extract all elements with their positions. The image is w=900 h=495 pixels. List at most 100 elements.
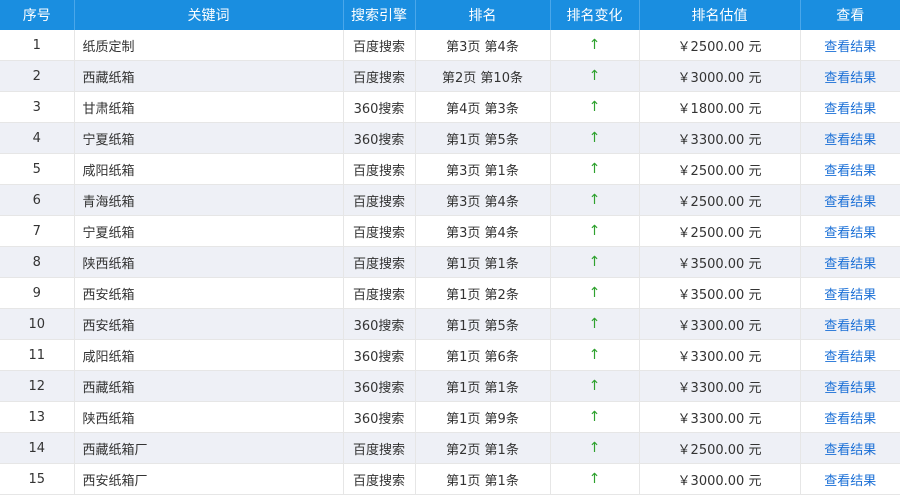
row-value: ￥2500.00 元 bbox=[639, 432, 801, 464]
arrow-up-icon: ↑ bbox=[550, 246, 640, 278]
row-value: ￥3300.00 元 bbox=[639, 122, 801, 154]
row-index: 15 bbox=[0, 463, 75, 495]
row-engine: 百度搜索 bbox=[343, 463, 416, 495]
row-value: ￥1800.00 元 bbox=[639, 91, 801, 123]
row-keyword: 西安纸箱 bbox=[74, 277, 344, 309]
row-engine: 360搜索 bbox=[343, 370, 416, 402]
row-rank: 第1页 第1条 bbox=[415, 463, 551, 495]
arrow-up-icon: ↑ bbox=[550, 91, 640, 123]
table-row: 7 宁夏纸箱 百度搜索 第3页 第4条 ↑ ￥2500.00 元查看结果 bbox=[0, 215, 900, 247]
row-engine: 360搜索 bbox=[343, 401, 416, 433]
view-results-link[interactable]: 查看结果 bbox=[800, 215, 900, 247]
row-index: 10 bbox=[0, 308, 75, 340]
row-keyword: 咸阳纸箱 bbox=[74, 153, 344, 185]
row-value: ￥3500.00 元 bbox=[639, 277, 801, 309]
table-row: 1 纸质定制 百度搜索 第3页 第4条 ↑ ￥2500.00 元查看结果 bbox=[0, 30, 900, 61]
table-row: 13 陕西纸箱 360搜索 第1页 第9条 ↑ ￥3300.00 元查看结果 bbox=[0, 401, 900, 433]
row-keyword: 西藏纸箱 bbox=[74, 370, 344, 402]
table-row: 8 陕西纸箱 百度搜索 第1页 第1条 ↑ ￥3500.00 元查看结果 bbox=[0, 246, 900, 278]
row-rank: 第1页 第1条 bbox=[415, 246, 551, 278]
row-engine: 360搜索 bbox=[343, 91, 416, 123]
header-rank: 排名 bbox=[415, 0, 551, 30]
row-index: 7 bbox=[0, 215, 75, 247]
view-results-link[interactable]: 查看结果 bbox=[800, 401, 900, 433]
view-results-link[interactable]: 查看结果 bbox=[800, 60, 900, 92]
view-results-link[interactable]: 查看结果 bbox=[800, 277, 900, 309]
header-index: 序号 bbox=[0, 0, 75, 30]
row-keyword: 陕西纸箱 bbox=[74, 246, 344, 278]
row-rank: 第1页 第2条 bbox=[415, 277, 551, 309]
row-value: ￥2500.00 元 bbox=[639, 184, 801, 216]
table-row: 5 咸阳纸箱 百度搜索 第3页 第1条 ↑ ￥2500.00 元查看结果 bbox=[0, 153, 900, 185]
row-rank: 第4页 第3条 bbox=[415, 91, 551, 123]
row-rank: 第3页 第4条 bbox=[415, 184, 551, 216]
row-value: ￥2500.00 元 bbox=[639, 153, 801, 185]
view-results-link[interactable]: 查看结果 bbox=[800, 153, 900, 185]
row-value: ￥3300.00 元 bbox=[639, 401, 801, 433]
header-keyword: 关键词 bbox=[74, 0, 344, 30]
view-results-link[interactable]: 查看结果 bbox=[800, 246, 900, 278]
row-index: 12 bbox=[0, 370, 75, 402]
arrow-up-icon: ↑ bbox=[550, 339, 640, 371]
table-row: 10 西安纸箱 360搜索 第1页 第5条 ↑ ￥3300.00 元查看结果 bbox=[0, 308, 900, 340]
ranking-table: 序号 关键词 搜索引擎 排名 排名变化 排名估值 查看 1 纸质定制 百度搜索 第3页… bbox=[0, 0, 900, 495]
row-rank: 第1页 第9条 bbox=[415, 401, 551, 433]
view-results-link[interactable]: 查看结果 bbox=[800, 91, 900, 123]
row-value: ￥2500.00 元 bbox=[639, 30, 801, 61]
view-results-link[interactable]: 查看结果 bbox=[800, 432, 900, 464]
row-keyword: 西安纸箱 bbox=[74, 308, 344, 340]
row-keyword: 宁夏纸箱 bbox=[74, 215, 344, 247]
header-engine: 搜索引擎 bbox=[343, 0, 416, 30]
view-results-link[interactable]: 查看结果 bbox=[800, 339, 900, 371]
row-index: 1 bbox=[0, 30, 75, 61]
row-index: 13 bbox=[0, 401, 75, 433]
arrow-up-icon: ↑ bbox=[550, 60, 640, 92]
row-index: 14 bbox=[0, 432, 75, 464]
row-index: 2 bbox=[0, 60, 75, 92]
row-engine: 百度搜索 bbox=[343, 277, 416, 309]
row-engine: 百度搜索 bbox=[343, 153, 416, 185]
arrow-up-icon: ↑ bbox=[550, 153, 640, 185]
arrow-up-icon: ↑ bbox=[550, 401, 640, 433]
view-results-link[interactable]: 查看结果 bbox=[800, 308, 900, 340]
table-row: 9 西安纸箱 百度搜索 第1页 第2条 ↑ ￥3500.00 元查看结果 bbox=[0, 277, 900, 309]
row-engine: 百度搜索 bbox=[343, 30, 416, 61]
view-results-link[interactable]: 查看结果 bbox=[800, 370, 900, 402]
row-index: 5 bbox=[0, 153, 75, 185]
row-index: 11 bbox=[0, 339, 75, 371]
view-results-link[interactable]: 查看结果 bbox=[800, 184, 900, 216]
row-rank: 第1页 第5条 bbox=[415, 308, 551, 340]
header-rank-value: 排名估值 bbox=[639, 0, 801, 30]
row-value: ￥3300.00 元 bbox=[639, 308, 801, 340]
row-index: 4 bbox=[0, 122, 75, 154]
row-keyword: 陕西纸箱 bbox=[74, 401, 344, 433]
row-rank: 第1页 第5条 bbox=[415, 122, 551, 154]
row-keyword: 甘肃纸箱 bbox=[74, 91, 344, 123]
row-value: ￥2500.00 元 bbox=[639, 215, 801, 247]
view-results-link[interactable]: 查看结果 bbox=[800, 122, 900, 154]
row-engine: 百度搜索 bbox=[343, 184, 416, 216]
table-row: 6 青海纸箱 百度搜索 第3页 第4条 ↑ ￥2500.00 元查看结果 bbox=[0, 184, 900, 216]
arrow-up-icon: ↑ bbox=[550, 370, 640, 402]
view-results-link[interactable]: 查看结果 bbox=[800, 30, 900, 61]
arrow-up-icon: ↑ bbox=[550, 432, 640, 464]
arrow-up-icon: ↑ bbox=[550, 184, 640, 216]
header-view: 查看 bbox=[800, 0, 900, 30]
arrow-up-icon: ↑ bbox=[550, 277, 640, 309]
table-body: 1 纸质定制 百度搜索 第3页 第4条 ↑ ￥2500.00 元查看结果 2 西藏纸箱 百度搜索… bbox=[0, 30, 900, 495]
row-keyword: 西藏纸箱 bbox=[74, 60, 344, 92]
view-results-link[interactable]: 查看结果 bbox=[800, 463, 900, 495]
row-engine: 360搜索 bbox=[343, 308, 416, 340]
table-row: 14 西藏纸箱厂 百度搜索 第2页 第1条 ↑ ￥2500.00 元查看结果 bbox=[0, 432, 900, 464]
row-value: ￥3000.00 元 bbox=[639, 463, 801, 495]
row-index: 9 bbox=[0, 277, 75, 309]
row-keyword: 青海纸箱 bbox=[74, 184, 344, 216]
row-index: 6 bbox=[0, 184, 75, 216]
table-row: 3 甘肃纸箱 360搜索 第4页 第3条 ↑ ￥1800.00 元查看结果 bbox=[0, 91, 900, 123]
table-header-row: 序号 关键词 搜索引擎 排名 排名变化 排名估值 查看 bbox=[0, 0, 900, 30]
row-rank: 第3页 第1条 bbox=[415, 153, 551, 185]
table-row: 12 西藏纸箱 360搜索 第1页 第1条 ↑ ￥3300.00 元查看结果 bbox=[0, 370, 900, 402]
row-rank: 第1页 第6条 bbox=[415, 339, 551, 371]
row-rank: 第1页 第1条 bbox=[415, 370, 551, 402]
table-row: 11 咸阳纸箱 360搜索 第1页 第6条 ↑ ￥3300.00 元查看结果 bbox=[0, 339, 900, 371]
